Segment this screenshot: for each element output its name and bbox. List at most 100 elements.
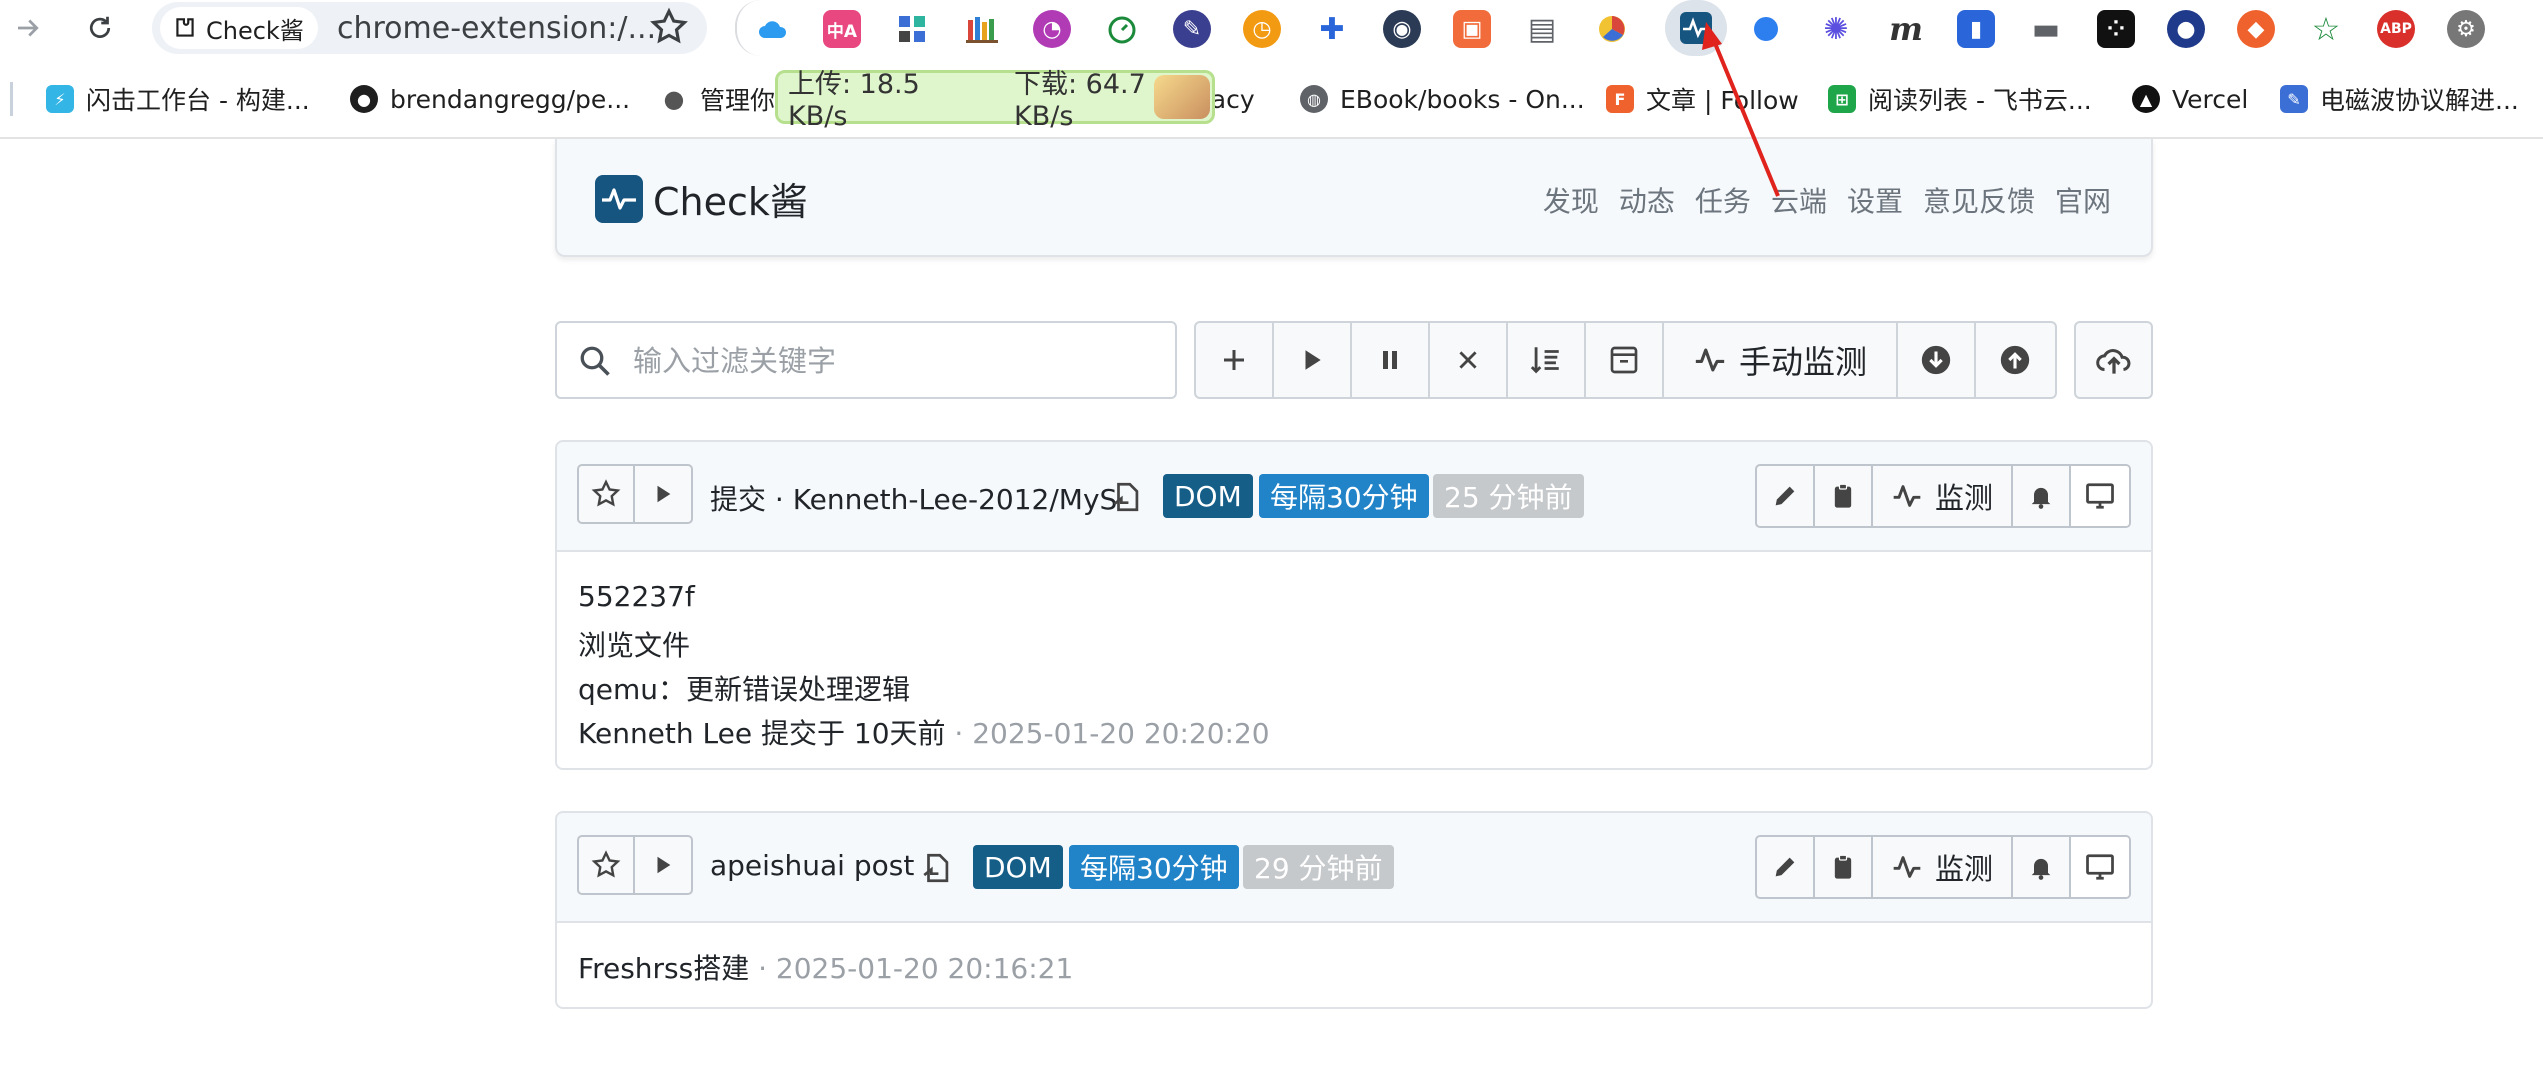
cloud-icon[interactable] xyxy=(754,10,792,48)
archive-box-icon xyxy=(1610,346,1638,374)
edit-button[interactable] xyxy=(1757,466,1815,526)
delete-button[interactable] xyxy=(1430,323,1508,397)
puzzle-icon[interactable]: ✚ xyxy=(1313,10,1351,48)
manual-check-button[interactable]: 手动监测 xyxy=(1664,323,1898,397)
url-text[interactable]: chrome-extension:/... xyxy=(337,11,656,46)
nav-discover[interactable]: 发现 xyxy=(1543,180,1599,220)
bulb-icon[interactable]: ◆ xyxy=(2237,10,2275,48)
cloud-upload-button[interactable] xyxy=(2076,323,2151,397)
task-toolbar: 手动监测 xyxy=(1194,321,2057,399)
bookshelf-icon[interactable] xyxy=(963,10,1001,48)
gear-profile-icon[interactable]: ⚙ xyxy=(2447,10,2485,48)
pie-icon[interactable] xyxy=(1593,10,1631,48)
pause-icon xyxy=(1383,351,1397,369)
notify-button[interactable] xyxy=(2013,466,2071,526)
bookmark-item[interactable]: ⚡ 闪击工作台 - 构建... xyxy=(46,80,310,118)
brand[interactable]: Check酱 xyxy=(595,171,808,226)
document-link-icon[interactable] xyxy=(920,851,954,889)
chat-bubble-icon[interactable]: ◔ xyxy=(1033,10,1071,48)
upload-circle-icon xyxy=(2000,345,2030,375)
dice-icon[interactable]: ⁘ xyxy=(2097,10,2135,48)
timer-icon[interactable] xyxy=(1103,10,1141,48)
nav-tasks[interactable]: 任务 xyxy=(1695,180,1751,220)
footer-text: Freshrss搭建 xyxy=(578,952,750,985)
run-task-button[interactable] xyxy=(635,466,691,522)
task-card-body: Freshrss搭建 · 2025-01-20 20:16:21 xyxy=(555,923,2153,1009)
pause-all-button[interactable] xyxy=(1352,323,1430,397)
bookmark-item[interactable]: ● 管理你 xyxy=(660,80,776,118)
bookmark-item[interactable]: ⊞ 阅读列表 - 飞书云... xyxy=(1828,80,2092,118)
start-all-button[interactable] xyxy=(1274,323,1352,397)
check-now-button[interactable]: 监测 xyxy=(1873,466,2013,526)
view-page-button[interactable] xyxy=(2071,837,2129,897)
reader-icon[interactable]: ▣ xyxy=(1453,10,1491,48)
upload-button[interactable] xyxy=(1976,323,2054,397)
pencil-icon xyxy=(1775,486,1795,506)
star-icon[interactable]: ☆ xyxy=(2307,10,2345,48)
nav-cloud[interactable]: 云端 xyxy=(1771,180,1827,220)
abp-icon[interactable]: ABP xyxy=(2377,10,2415,48)
last-check-badge: 29 分钟前 xyxy=(1243,845,1394,889)
dot-icon[interactable] xyxy=(1747,10,1785,48)
task-card-body: 552237f 浏览文件 qemu：更新错误处理逻辑 Kenneth Lee 提… xyxy=(555,552,2153,770)
bookmark-item[interactable]: ◍ EBook/books - On... xyxy=(1300,80,1585,118)
archive-icon[interactable]: ▤ xyxy=(1523,10,1561,48)
document-link-icon[interactable] xyxy=(1110,480,1144,518)
bookmarks-bar: ⚡ 闪击工作台 - 构建... ● brendangregg/pe... ● 管理你 … xyxy=(0,72,2543,126)
bell-icon xyxy=(2031,858,2051,880)
task-title[interactable]: 提交 · Kenneth-Lee-2012/MyS xyxy=(710,478,1117,518)
nav-feedback[interactable]: 意见反馈 xyxy=(1923,180,2035,220)
check-chan-icon[interactable] xyxy=(1665,0,1727,56)
translate-icon[interactable]: 中A xyxy=(823,10,861,48)
bookmark-icon[interactable]: ▮ xyxy=(1957,10,1995,48)
content-line: 552237f xyxy=(578,580,695,613)
m-icon[interactable]: m xyxy=(1887,10,1925,48)
sparkle-icon[interactable]: ✺ xyxy=(1817,10,1855,48)
edit-button[interactable] xyxy=(1757,837,1815,897)
folder-icon[interactable]: ▬ xyxy=(2027,10,2065,48)
clock-icon[interactable]: ◷ xyxy=(1243,10,1281,48)
palette-icon[interactable]: ✎ xyxy=(1173,10,1211,48)
download-button[interactable] xyxy=(1898,323,1976,397)
content-footer: Freshrss搭建 · 2025-01-20 20:16:21 xyxy=(578,947,1073,987)
network-speed-widget[interactable]: 上传: 18.5 KB/s 下载: 64.7 KB/s xyxy=(775,69,1215,132)
sort-button[interactable] xyxy=(1508,323,1586,397)
filter-input[interactable] xyxy=(633,337,1153,385)
run-task-button[interactable] xyxy=(635,837,691,893)
shield-icon[interactable]: ● xyxy=(2167,10,2205,48)
apps-grid-icon[interactable] xyxy=(893,10,931,48)
pulse-icon xyxy=(1695,348,1725,372)
add-task-button[interactable] xyxy=(1196,323,1274,397)
bookmark-item[interactable]: ▲ Vercel xyxy=(2132,80,2248,118)
notify-button[interactable] xyxy=(2013,837,2071,897)
type-badge: DOM xyxy=(1163,474,1253,518)
nav-activity[interactable]: 动态 xyxy=(1619,180,1675,220)
archive-button[interactable] xyxy=(1586,323,1664,397)
bookmark-item[interactable]: ✎ 电磁波协议解进... xyxy=(2280,80,2519,118)
task-title[interactable]: apeishuai post xyxy=(710,849,914,882)
forward-button[interactable] xyxy=(6,6,50,50)
interval-badge: 每隔30分钟 xyxy=(1259,474,1429,518)
nav-official-site[interactable]: 官网 xyxy=(2055,180,2111,220)
reload-button[interactable] xyxy=(78,6,122,50)
view-page-button[interactable] xyxy=(2071,466,2129,526)
task-actions: 监测 xyxy=(1755,464,2131,528)
favorite-button[interactable] xyxy=(579,837,635,893)
check-now-button[interactable]: 监测 xyxy=(1873,837,2013,897)
pulse-icon xyxy=(1893,485,1921,507)
top-nav: 发现 动态 任务 云端 设置 意见反馈 官网 xyxy=(1543,180,2111,220)
bookmark-item[interactable]: ● brendangregg/pe... xyxy=(350,80,630,118)
nav-settings[interactable]: 设置 xyxy=(1847,180,1903,220)
clipboard-icon xyxy=(1834,483,1852,508)
bookmark-star-button[interactable] xyxy=(648,6,690,52)
clipboard-button[interactable] xyxy=(1815,466,1873,526)
site-info-chip[interactable]: Check酱 xyxy=(160,7,318,49)
fox-icon[interactable]: ◉ xyxy=(1383,10,1421,48)
address-bar[interactable]: Check酱 chrome-extension:/... xyxy=(152,2,707,54)
bookmark-item[interactable]: F 文章 | Follow xyxy=(1606,80,1799,118)
task-card-header: 提交 · Kenneth-Lee-2012/MyS DOM 每隔30分钟 25 … xyxy=(555,440,2153,552)
favorite-button[interactable] xyxy=(579,466,635,522)
github-icon: ● xyxy=(350,85,378,113)
pulse-logo-icon xyxy=(595,174,643,223)
clipboard-button[interactable] xyxy=(1815,837,1873,897)
